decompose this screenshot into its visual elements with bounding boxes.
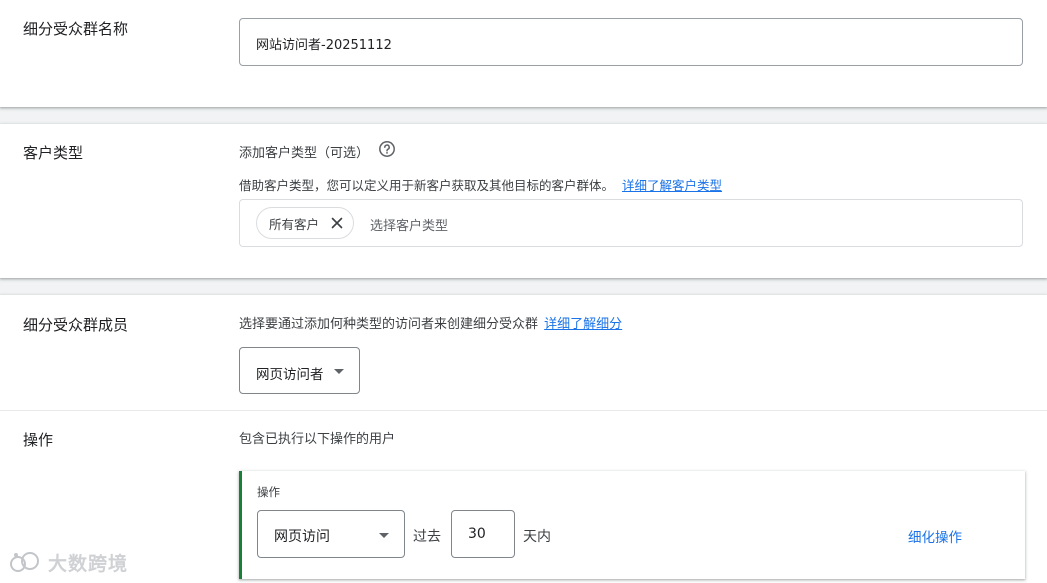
visitor-type-dropdown[interactable]: 网页访问者: [239, 347, 360, 394]
days-input[interactable]: 30: [451, 510, 515, 558]
action-type-value: 网页访问: [274, 529, 330, 545]
past-label: 过去: [413, 529, 441, 545]
customer-type-selector[interactable]: 所有客户 选择客户类型: [239, 199, 1023, 247]
refine-action-button[interactable]: 细化操作: [908, 526, 962, 546]
customer-type-description-row: 借助客户类型，您可以定义用于新客户获取及其他目标的客户群体。 详细了解客户类型: [239, 175, 722, 194]
customer-type-label: 客户类型: [23, 144, 84, 162]
audience-name-label: 细分受众群名称: [23, 20, 129, 38]
customer-type-description: 借助客户类型，您可以定义用于新客户获取及其他目标的客户群体。: [239, 178, 615, 193]
action-panel: 操作 网页访问 过去 30 天内 细化操作: [239, 471, 1025, 579]
members-learn-more-link[interactable]: 详细了解细分: [544, 317, 622, 332]
section-divider: [0, 410, 1047, 411]
watermark-logo-icon: [8, 550, 42, 576]
action-panel-label: 操作: [257, 485, 280, 499]
customer-type-learn-more-link[interactable]: 详细了解客户类型: [622, 178, 722, 193]
audience-name-value: 网站访问者-20251112: [256, 38, 392, 53]
audience-name-input[interactable]: 网站访问者-20251112: [239, 18, 1023, 66]
members-description: 选择要通过添加何种类型的访问者来创建细分受众群: [239, 317, 539, 332]
actions-label: 操作: [23, 431, 54, 449]
customer-type-card: 客户类型 添加客户类型（可选） 借助客户类型，您可以定义用于新客户获取及其他目标…: [0, 124, 1047, 278]
chevron-down-icon: [379, 533, 389, 538]
close-icon[interactable]: [329, 215, 345, 231]
chip-label: 所有客户: [269, 216, 320, 232]
watermark-text: 大数跨境: [48, 553, 129, 575]
members-description-row: 选择要通过添加何种类型的访问者来创建细分受众群 详细了解细分: [239, 313, 622, 332]
days-value: 30: [468, 526, 486, 542]
customer-type-heading: 添加客户类型（可选）: [239, 146, 370, 161]
members-label: 细分受众群成员: [23, 316, 129, 334]
help-icon[interactable]: [378, 140, 396, 158]
customer-type-placeholder: 选择客户类型: [370, 219, 449, 234]
members-card: 细分受众群成员 选择要通过添加何种类型的访问者来创建细分受众群 详细了解细分 网…: [0, 295, 1047, 583]
actions-description: 包含已执行以下操作的用户: [239, 432, 396, 447]
visitor-type-value: 网页访问者: [256, 367, 324, 383]
action-type-dropdown[interactable]: 网页访问: [257, 510, 405, 558]
watermark: 大数跨境: [8, 549, 128, 576]
customer-type-chip: 所有客户: [256, 207, 354, 239]
days-suffix-label: 天内: [523, 529, 551, 545]
audience-name-card: 细分受众群名称 网站访问者-20251112: [0, 0, 1047, 107]
chevron-down-icon: [334, 369, 344, 374]
